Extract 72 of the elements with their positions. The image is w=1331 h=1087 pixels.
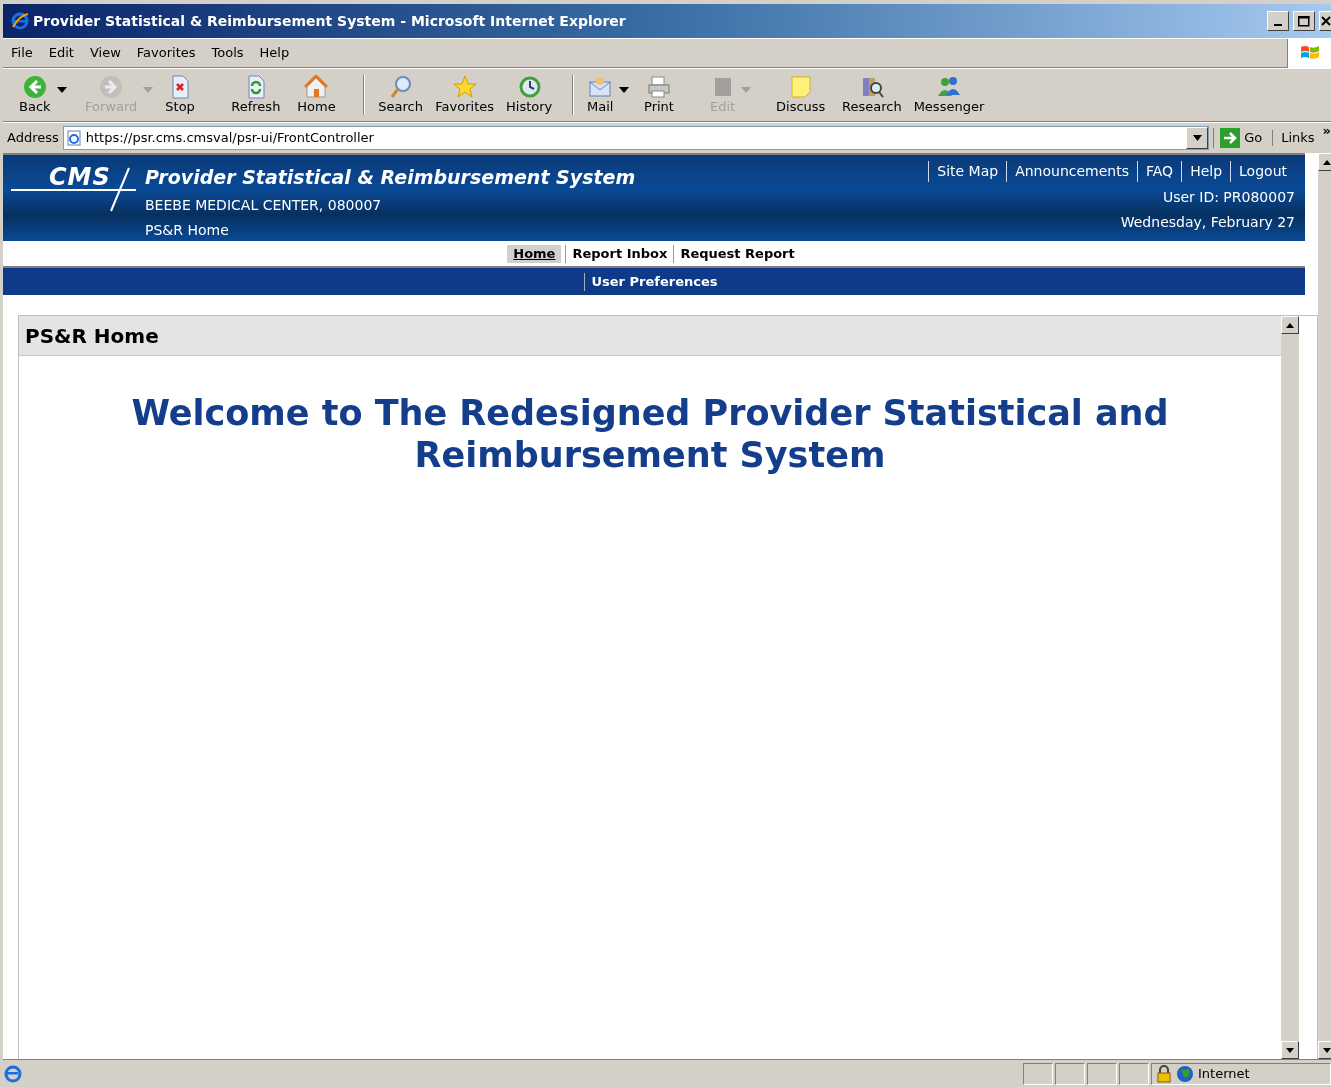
header-link[interactable]: Announcements (1006, 161, 1137, 182)
toolbar-button[interactable]: Back (13, 75, 79, 115)
address-label: Address (7, 129, 59, 148)
status-pane (1119, 1062, 1149, 1085)
toolbar-button[interactable]: History (500, 75, 566, 115)
status-pane (1055, 1062, 1085, 1085)
clock-icon (517, 75, 542, 100)
caret-icon (1192, 135, 1202, 141)
note-icon (788, 75, 813, 100)
links-button[interactable]: Links (1272, 130, 1319, 146)
magnifier-icon (388, 75, 413, 100)
scrollbar[interactable] (1281, 316, 1299, 1059)
envelope-icon (588, 75, 613, 100)
app-title: Provider Statistical & Reimbursement System (145, 165, 637, 190)
up-arrow-icon[interactable] (1323, 159, 1331, 165)
menu-item[interactable]: Tools (203, 43, 252, 63)
down-arrow-icon[interactable] (1323, 1047, 1331, 1053)
status-pane (1023, 1062, 1053, 1085)
globe-icon (1176, 1064, 1194, 1083)
window-title: Provider Statistical & Reimbursement System - Microsoft Internet Explorer (33, 11, 627, 31)
caret-icon[interactable] (619, 87, 630, 93)
down-arrow-icon[interactable] (1286, 1047, 1294, 1053)
panel-title: PS&R Home (19, 316, 1281, 356)
more-button[interactable]: » (1322, 123, 1331, 139)
go-button[interactable]: Go (1213, 128, 1269, 148)
logo-text: CMS (49, 162, 111, 193)
header-link[interactable]: FAQ (1137, 161, 1182, 182)
status-pane (1087, 1062, 1117, 1085)
toolbar-button[interactable]: Research (836, 75, 908, 115)
header-link[interactable]: Site Map (928, 161, 1007, 182)
toolbar-button[interactable]: Search (363, 75, 430, 115)
toolbar-button[interactable]: Messenger (907, 75, 991, 115)
scrollbar[interactable] (1318, 153, 1331, 1059)
close-button[interactable] (1319, 11, 1331, 31)
breadcrumb: PS&R Home (145, 221, 230, 240)
up-arrow-icon[interactable] (1286, 322, 1294, 328)
toolbar-button[interactable]: Refresh (225, 75, 292, 115)
padlock-icon (1156, 1064, 1172, 1083)
date-text: Wednesday, February 27 (1120, 213, 1295, 232)
sub-nav-link[interactable]: User Preferences (584, 272, 724, 291)
toolbar-button[interactable]: Home (291, 75, 358, 115)
nav-tab[interactable]: Report Inbox (565, 244, 674, 263)
toolbar-button[interactable]: Print (638, 75, 704, 115)
close-icon (1320, 16, 1331, 26)
zone-label: Internet (1198, 1064, 1250, 1083)
address-field[interactable]: https://psr.cms.cmsval/psr-ui/FrontController (62, 126, 1210, 150)
toolbar-button[interactable]: Stop (159, 75, 226, 115)
ie-logo-icon (11, 12, 29, 30)
minimize-icon (1274, 24, 1282, 26)
toolbar-button[interactable]: Discuss (770, 75, 836, 115)
header-link[interactable]: Help (1181, 161, 1231, 182)
menu-item[interactable]: View (81, 43, 129, 63)
menu-item[interactable]: Favorites (128, 43, 204, 63)
facility-name: BEEBE MEDICAL CENTER, 080007 (145, 196, 383, 216)
nav-tab[interactable]: Request Report (673, 244, 801, 263)
maximize-button[interactable] (1293, 11, 1315, 31)
minimize-button[interactable] (1267, 11, 1289, 31)
caret-icon[interactable] (56, 87, 67, 93)
header-link[interactable]: Logout (1230, 161, 1295, 182)
nav-tab[interactable]: Home (507, 244, 562, 263)
star-icon (452, 75, 477, 100)
user-id: User ID: PR080007 (1162, 187, 1295, 207)
toolbar-button[interactable]: Mail (572, 75, 638, 115)
menu-item[interactable]: Help (251, 43, 298, 63)
printer-icon (646, 75, 671, 100)
welcome-heading: Welcome to The Redesigned Provider Statistical and Reimbursement System (130, 392, 1170, 476)
dropdown-button[interactable] (1186, 127, 1209, 149)
menu-item[interactable]: File (3, 43, 41, 63)
menu-item[interactable]: Edit (40, 43, 82, 63)
house-icon (304, 75, 329, 100)
toolbar-button[interactable]: Favorites (429, 75, 500, 115)
maximize-icon (1298, 15, 1310, 27)
